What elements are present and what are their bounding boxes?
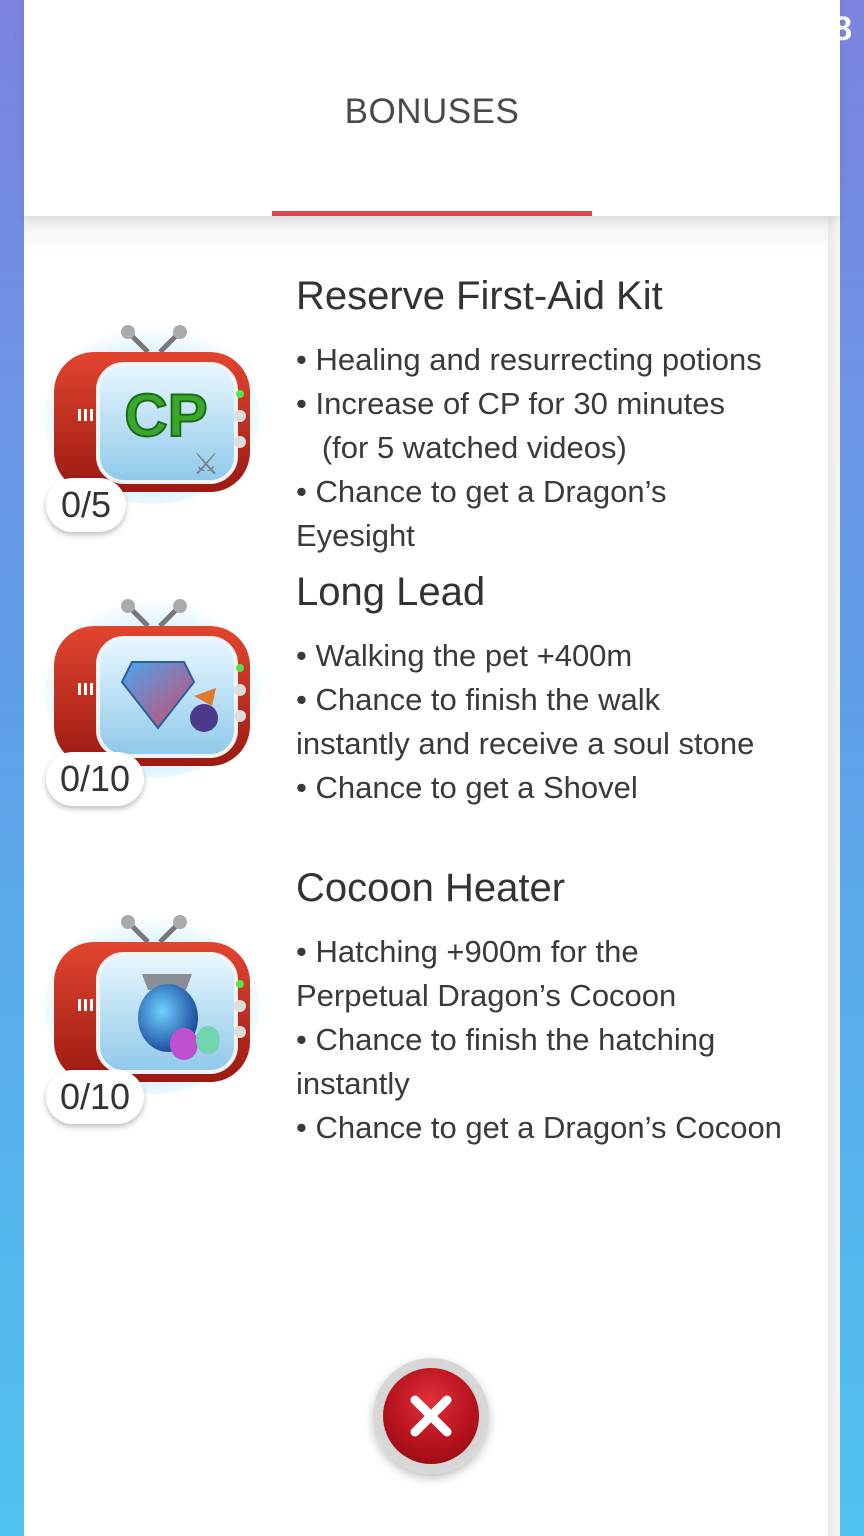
bonus-title: Long Lead xyxy=(296,570,486,614)
bonus-list[interactable]: Reserve First-Aid Kit • Healing and resu… xyxy=(24,216,828,1536)
close-button[interactable] xyxy=(373,1358,489,1474)
panel-header: BONUSES xyxy=(24,0,840,216)
active-tab-indicator xyxy=(272,211,592,216)
bonus-description: • Hatching +900m for the Perpetual Drago… xyxy=(296,934,782,1145)
bonus-progress-counter: 0/10 xyxy=(46,752,145,806)
svg-text:CP: CP xyxy=(124,382,207,449)
bonus-title: Reserve First-Aid Kit xyxy=(296,274,663,318)
bonus-description: • Walking the pet +400m • Chance to fini… xyxy=(296,638,755,805)
scrollbar[interactable] xyxy=(828,216,840,1536)
bonus-progress-counter: 0/5 xyxy=(46,478,126,532)
bonus-progress-counter: 0/10 xyxy=(46,1070,145,1124)
close-icon xyxy=(383,1368,479,1464)
bonus-title: Cocoon Heater xyxy=(296,866,566,910)
bonuses-panel: BONUSES Reserve First-Aid Kit • Healing … xyxy=(24,0,840,1536)
svg-text:⚔: ⚔ xyxy=(193,447,220,482)
tab-bonuses[interactable]: BONUSES xyxy=(24,92,840,132)
bonus-description: • Healing and resurrecting potions • Inc… xyxy=(296,342,762,553)
